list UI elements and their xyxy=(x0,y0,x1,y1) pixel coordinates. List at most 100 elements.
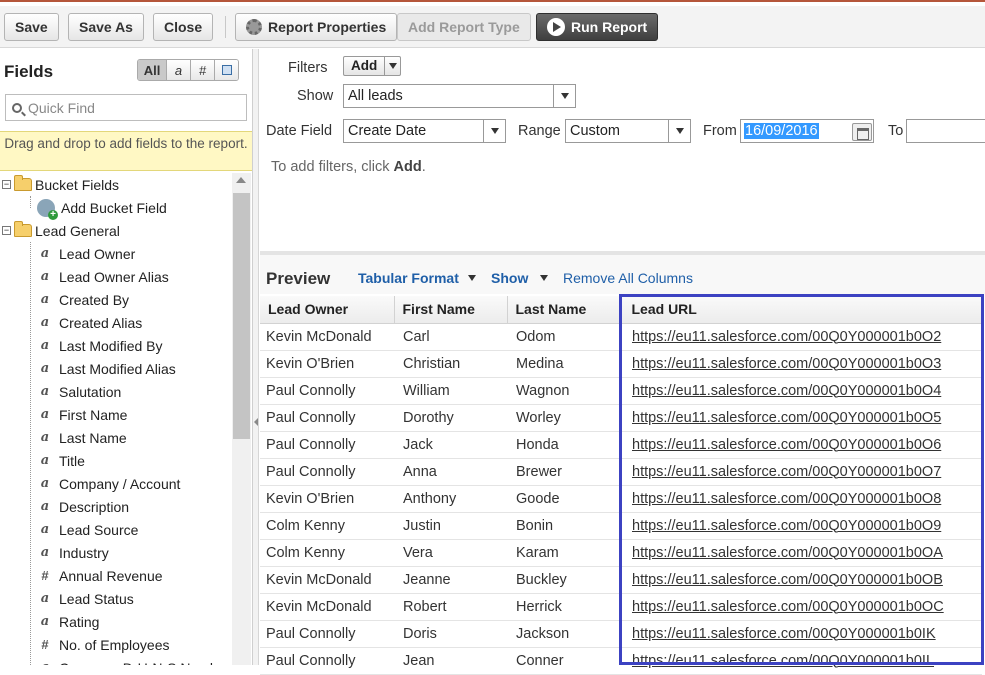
lead-url-link[interactable]: https://eu11.salesforce.com/00Q0Y000001b… xyxy=(632,410,941,426)
field-item[interactable]: a Company / Account xyxy=(37,472,181,495)
show-menu-link[interactable]: Show xyxy=(491,270,528,286)
panel-splitter[interactable] xyxy=(253,49,259,665)
bucket-fields-folder[interactable]: − Bucket Fields xyxy=(2,173,119,196)
field-label: Annual Revenue xyxy=(59,567,163,584)
field-item[interactable]: a Last Name xyxy=(37,426,127,449)
quick-find-input[interactable]: Quick Find xyxy=(5,94,247,121)
table-row: Colm Kenny Vera Karam https://eu11.salesfor… xyxy=(260,539,982,567)
field-item[interactable]: a Last Modified Alias xyxy=(37,357,176,380)
add-filter-button[interactable]: Add xyxy=(343,56,402,76)
cell-last-name: Wagnon xyxy=(507,377,620,405)
field-label: Lead Status xyxy=(59,590,134,607)
add-report-type-button[interactable]: Add Report Type xyxy=(397,13,531,41)
lead-url-link[interactable]: https://eu11.salesforce.com/00Q0Y000001b… xyxy=(632,464,941,480)
field-item[interactable]: a Lead Owner xyxy=(37,242,136,265)
column-header-last-name[interactable]: Last Name xyxy=(507,296,621,324)
lead-general-folder[interactable]: − Lead General xyxy=(2,219,120,242)
fields-title: Fields xyxy=(4,62,54,81)
save-button[interactable]: Save xyxy=(4,13,59,41)
column-header-first-name[interactable]: First Name xyxy=(394,296,508,324)
close-button[interactable]: Close xyxy=(153,13,214,41)
range-select[interactable]: Custom xyxy=(565,119,691,143)
drag-drop-hint: Drag and drop to add fields to the repor… xyxy=(0,131,252,171)
add-filter-label: Add xyxy=(351,58,378,73)
filter-number-tab[interactable]: # xyxy=(190,60,214,80)
lead-url-link[interactable]: https://eu11.salesforce.com/00Q0Y000001b… xyxy=(632,356,941,372)
from-label: From xyxy=(703,123,737,139)
field-item[interactable]: a Last Modified By xyxy=(37,334,163,357)
column-header-lead-owner[interactable]: Lead Owner xyxy=(260,296,395,324)
column-header-lead-url[interactable]: Lead URL xyxy=(620,296,983,324)
format-dropdown-icon[interactable] xyxy=(468,275,476,281)
report-properties-button[interactable]: Report Properties xyxy=(235,13,398,41)
text-field-icon: a xyxy=(40,246,50,261)
cell-lead-owner: Paul Connolly xyxy=(260,620,394,648)
cell-lead-owner: Paul Connolly xyxy=(260,647,394,675)
collapse-panel-arrow-icon[interactable] xyxy=(254,418,258,426)
cell-lead-url: https://eu11.salesforce.com/00Q0Y000001b… xyxy=(620,485,982,513)
collapse-icon[interactable]: − xyxy=(2,180,11,189)
lead-url-link[interactable]: https://eu11.salesforce.com/00Q0Y000001b… xyxy=(632,329,941,345)
from-calendar-icon[interactable] xyxy=(852,123,872,141)
lead-url-link[interactable]: https://eu11.salesforce.com/00Q0Y000001b… xyxy=(632,572,943,588)
chevron-down-icon xyxy=(388,63,397,69)
search-icon xyxy=(12,102,22,113)
add-bucket-field-label: Add Bucket Field xyxy=(61,199,167,216)
lead-url-link[interactable]: https://eu11.salesforce.com/00Q0Y000001b… xyxy=(632,437,941,453)
run-report-button[interactable]: Run Report xyxy=(536,13,659,41)
save-as-button[interactable]: Save As xyxy=(68,13,144,41)
text-field-icon: a xyxy=(40,522,50,537)
lead-url-link[interactable]: https://eu11.salesforce.com/00Q0Y000001b… xyxy=(632,653,934,669)
to-date-input[interactable] xyxy=(906,119,985,143)
table-row: Kevin McDonald Carl Odom https://eu11.sales… xyxy=(260,323,982,351)
show-dropdown-icon[interactable] xyxy=(540,275,548,281)
field-item[interactable]: a Salutation xyxy=(37,380,122,403)
format-menu-link[interactable]: Tabular Format xyxy=(358,270,459,286)
field-item[interactable]: a Company D-U-N-S Number xyxy=(37,656,230,666)
field-item[interactable]: a Industry xyxy=(37,541,109,564)
field-tree-scrollbar[interactable] xyxy=(232,173,251,665)
cell-first-name: Jack xyxy=(394,431,507,459)
scroll-up-arrow-icon[interactable] xyxy=(236,177,246,183)
collapse-icon[interactable]: − xyxy=(2,226,11,235)
field-item[interactable]: a Created By xyxy=(37,288,129,311)
field-item[interactable]: # Annual Revenue xyxy=(37,564,163,587)
filter-text-tab[interactable]: a xyxy=(166,60,190,80)
from-date-value: 16/09/2016 xyxy=(744,123,819,139)
field-item[interactable]: a First Name xyxy=(37,403,128,426)
scrollbar-thumb[interactable] xyxy=(233,193,250,439)
field-item[interactable]: a Created Alias xyxy=(37,311,143,334)
lead-url-link[interactable]: https://eu11.salesforce.com/00Q0Y000001b… xyxy=(632,626,936,642)
cell-lead-owner: Paul Connolly xyxy=(260,458,394,486)
lead-url-link[interactable]: https://eu11.salesforce.com/00Q0Y000001b… xyxy=(632,491,941,507)
field-item[interactable]: a Description xyxy=(37,495,129,518)
cell-last-name: Odom xyxy=(507,323,620,351)
cell-lead-url: https://eu11.salesforce.com/00Q0Y000001b… xyxy=(620,377,982,405)
field-item[interactable]: a Rating xyxy=(37,610,100,633)
cell-first-name: Dorothy xyxy=(394,404,507,432)
chevron-down-icon xyxy=(483,120,505,142)
preview-table: Lead Owner First Name Last Name Lead URL… xyxy=(260,296,983,675)
filter-date-tab[interactable] xyxy=(214,60,238,80)
text-field-icon: a xyxy=(40,476,50,491)
field-item[interactable]: a Lead Status xyxy=(37,587,134,610)
remove-all-columns-link[interactable]: Remove All Columns xyxy=(563,270,693,286)
preview-header: Preview Tabular Format Show Remove All C… xyxy=(260,255,985,294)
lead-url-link[interactable]: https://eu11.salesforce.com/00Q0Y000001b… xyxy=(632,599,944,615)
date-field-select[interactable]: Create Date xyxy=(343,119,506,143)
field-item[interactable]: a Title xyxy=(37,449,85,472)
field-label: Created Alias xyxy=(59,314,143,331)
lead-url-link[interactable]: https://eu11.salesforce.com/00Q0Y000001b… xyxy=(632,518,941,534)
table-row: Kevin O'Brien Anthony Goode https://eu11.sa… xyxy=(260,485,982,513)
lead-url-link[interactable]: https://eu11.salesforce.com/00Q0Y000001b… xyxy=(632,383,941,399)
field-item[interactable]: a Lead Source xyxy=(37,518,139,541)
filter-all-tab[interactable]: All xyxy=(138,60,166,80)
lead-url-link[interactable]: https://eu11.salesforce.com/00Q0Y000001b… xyxy=(632,545,943,561)
add-filter-dropdown[interactable] xyxy=(384,57,400,75)
field-item[interactable]: a Lead Owner Alias xyxy=(37,265,169,288)
field-item[interactable]: # No. of Employees xyxy=(37,633,169,656)
add-bucket-field-item[interactable]: Add Bucket Field xyxy=(37,196,167,220)
cell-lead-owner: Colm Kenny xyxy=(260,539,394,567)
show-select[interactable]: All leads xyxy=(343,84,576,108)
cell-lead-owner: Kevin McDonald xyxy=(260,593,394,621)
